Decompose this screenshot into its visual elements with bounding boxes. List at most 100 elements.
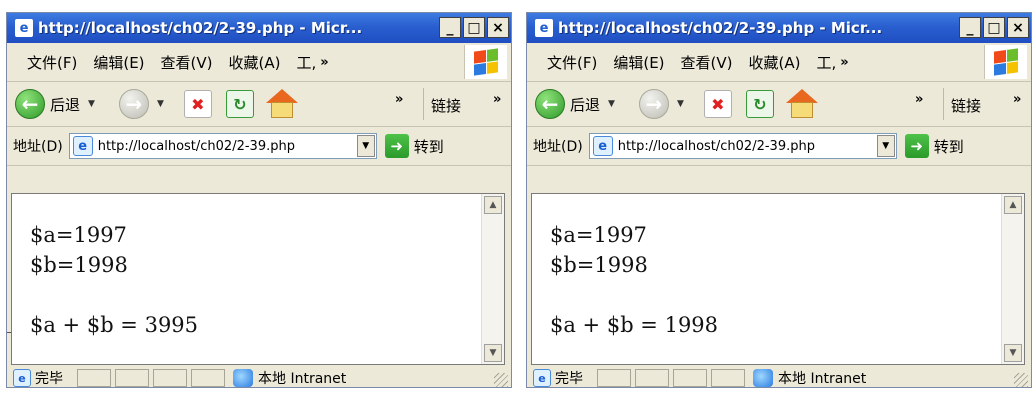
- intranet-zone-icon: [753, 369, 773, 387]
- resize-grip-icon[interactable]: [1014, 373, 1028, 387]
- maximize-button[interactable]: □: [463, 17, 485, 38]
- zone-text: 本地 Intranet: [778, 371, 867, 387]
- vertical-scrollbar[interactable]: ▲ ▼: [1001, 194, 1024, 364]
- back-button-label[interactable]: 后退: [50, 94, 80, 115]
- back-arrow-icon[interactable]: ←: [535, 89, 565, 119]
- menu-bar: 文件(F) 编辑(E) 查看(V) 收藏(A) 工, »: [527, 43, 1031, 82]
- page-content: $a=1997 $b=1998 $a + $b = 1998 ▲ ▼: [531, 193, 1025, 365]
- page-content: $a=1997 $b=1998 $a + $b = 3995 ▲ ▼: [11, 193, 505, 365]
- forward-arrow-icon[interactable]: →: [118, 89, 149, 119]
- ie-page-icon: e: [15, 19, 33, 37]
- window-title: http://localhost/ch02/2-39.php - Micr...: [38, 19, 363, 37]
- ie-page-icon: e: [592, 136, 613, 156]
- refresh-icon[interactable]: ↻: [745, 90, 774, 118]
- php-output: $a=1997 $b=1998 $a + $b = 1998: [550, 220, 718, 340]
- edge-mark: [7, 332, 11, 333]
- status-pane: [77, 369, 111, 387]
- back-arrow-icon[interactable]: ←: [15, 89, 45, 119]
- menu-file[interactable]: 文件(F): [547, 52, 597, 73]
- status-pane: [597, 369, 631, 387]
- menu-tools[interactable]: 工,: [296, 52, 316, 73]
- forward-arrow-icon[interactable]: →: [638, 89, 669, 119]
- address-input[interactable]: e http://localhost/ch02/2-39.php ▼: [588, 133, 897, 159]
- back-dropdown-icon[interactable]: ▼: [88, 99, 95, 109]
- menu-favorites[interactable]: 收藏(A): [749, 52, 801, 73]
- output-line-sum: $a + $b = 1998: [550, 313, 719, 337]
- menu-bar: 文件(F) 编辑(E) 查看(V) 收藏(A) 工, »: [7, 43, 511, 82]
- menu-view[interactable]: 查看(V): [161, 52, 213, 73]
- menu-overflow-chevron-icon[interactable]: »: [320, 55, 328, 70]
- minimize-button[interactable]: _: [959, 17, 981, 38]
- address-dropdown-icon[interactable]: ▼: [356, 135, 375, 157]
- status-bar: e 完毕 本地 Intranet: [7, 367, 511, 387]
- status-pane: [673, 369, 707, 387]
- scroll-down-icon[interactable]: ▼: [484, 344, 502, 362]
- address-bar: 地址(D) e http://localhost/ch02/2-39.php ▼…: [7, 127, 511, 166]
- output-line-b: $b=1998: [30, 253, 128, 277]
- home-icon[interactable]: [785, 89, 818, 119]
- back-button-label[interactable]: 后退: [570, 94, 600, 115]
- status-pane: [635, 369, 669, 387]
- close-button[interactable]: ×: [1007, 17, 1029, 38]
- scroll-up-icon[interactable]: ▲: [484, 196, 502, 214]
- address-input[interactable]: e http://localhost/ch02/2-39.php ▼: [68, 133, 377, 159]
- resize-grip-icon[interactable]: [494, 373, 508, 387]
- close-button[interactable]: ×: [487, 17, 509, 38]
- status-pane: [191, 369, 225, 387]
- status-pane: [711, 369, 745, 387]
- menu-tools[interactable]: 工,: [816, 52, 836, 73]
- title-bar[interactable]: e http://localhost/ch02/2-39.php - Micr.…: [7, 13, 511, 43]
- output-line-a: $a=1997: [550, 223, 647, 247]
- address-url[interactable]: http://localhost/ch02/2-39.php: [98, 139, 295, 154]
- address-label: 地址(D): [13, 139, 63, 155]
- window-title: http://localhost/ch02/2-39.php - Micr...: [558, 19, 883, 37]
- status-pane: [153, 369, 187, 387]
- address-label: 地址(D): [533, 139, 583, 155]
- menu-view[interactable]: 查看(V): [681, 52, 733, 73]
- forward-dropdown-icon[interactable]: ▼: [157, 99, 164, 109]
- status-text: 完毕: [555, 371, 583, 387]
- output-line-a: $a=1997: [30, 223, 127, 247]
- stop-icon[interactable]: ✖: [183, 90, 212, 118]
- links-label[interactable]: 链接: [951, 95, 981, 116]
- go-arrow-icon[interactable]: ➜: [904, 134, 929, 158]
- title-bar[interactable]: e http://localhost/ch02/2-39.php - Micr.…: [527, 13, 1031, 43]
- output-line-b: $b=1998: [550, 253, 648, 277]
- go-button-label[interactable]: 转到: [414, 136, 444, 157]
- links-chevron-icon[interactable]: »: [493, 92, 501, 107]
- menu-favorites[interactable]: 收藏(A): [229, 52, 281, 73]
- refresh-icon[interactable]: ↻: [225, 90, 254, 118]
- status-page-icon: e: [13, 369, 31, 387]
- vertical-scrollbar[interactable]: ▲ ▼: [481, 194, 504, 364]
- menu-edit[interactable]: 编辑(E): [613, 52, 664, 73]
- scroll-down-icon[interactable]: ▼: [1004, 344, 1022, 362]
- scroll-up-icon[interactable]: ▲: [1004, 196, 1022, 214]
- menu-overflow-chevron-icon[interactable]: »: [840, 55, 848, 70]
- go-button-label[interactable]: 转到: [934, 136, 964, 157]
- windows-logo-icon: [464, 45, 507, 79]
- toolbar-overflow-chevron-icon[interactable]: »: [395, 92, 403, 107]
- links-label[interactable]: 链接: [431, 95, 461, 116]
- status-text: 完毕: [35, 371, 63, 387]
- toolbar-overflow-chevron-icon[interactable]: »: [915, 92, 923, 107]
- minimize-button[interactable]: _: [439, 17, 461, 38]
- php-output: $a=1997 $b=1998 $a + $b = 3995: [30, 220, 198, 340]
- toolbar: ← 后退 ▼ → ▼ ✖ ↻ » 链接 »: [7, 82, 511, 127]
- address-bar: 地址(D) e http://localhost/ch02/2-39.php ▼…: [527, 127, 1031, 166]
- status-bar: e 完毕 本地 Intranet: [527, 367, 1031, 387]
- forward-dropdown-icon[interactable]: ▼: [677, 99, 684, 109]
- menu-edit[interactable]: 编辑(E): [93, 52, 144, 73]
- toolbar: ← 后退 ▼ → ▼ ✖ ↻ » 链接 »: [527, 82, 1031, 127]
- back-dropdown-icon[interactable]: ▼: [608, 99, 615, 109]
- home-icon[interactable]: [265, 89, 298, 119]
- address-dropdown-icon[interactable]: ▼: [876, 135, 895, 157]
- browser-window-right: e http://localhost/ch02/2-39.php - Micr.…: [526, 12, 1032, 388]
- menu-file[interactable]: 文件(F): [27, 52, 77, 73]
- status-pane: [115, 369, 149, 387]
- stop-icon[interactable]: ✖: [703, 90, 732, 118]
- go-arrow-icon[interactable]: ➜: [384, 134, 409, 158]
- links-chevron-icon[interactable]: »: [1013, 92, 1021, 107]
- ie-page-icon: e: [72, 136, 93, 156]
- address-url[interactable]: http://localhost/ch02/2-39.php: [618, 139, 815, 154]
- maximize-button[interactable]: □: [983, 17, 1005, 38]
